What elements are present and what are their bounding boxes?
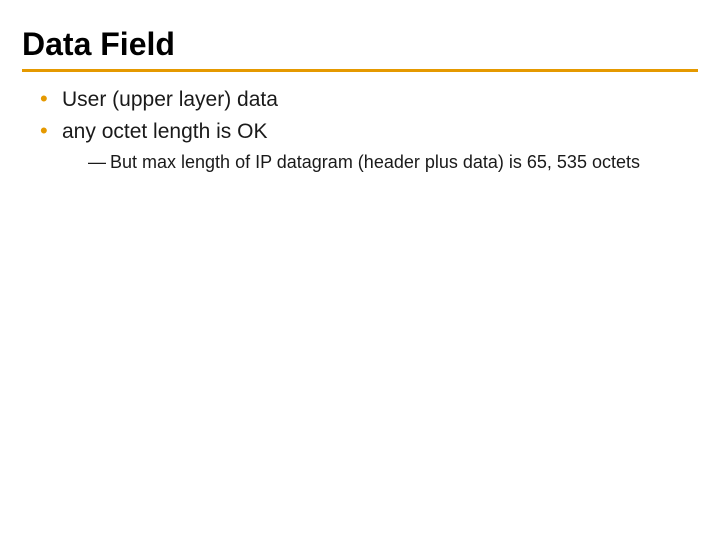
- sub-bullet-list: — But max length of IP datagram (header …: [62, 151, 698, 174]
- bullet-list: User (upper layer) data any octet length…: [22, 86, 698, 174]
- list-item: User (upper layer) data: [40, 86, 698, 114]
- slide-title: Data Field: [22, 26, 698, 63]
- list-item-text: any octet length is OK: [62, 120, 267, 143]
- dash-icon: —: [88, 151, 106, 174]
- list-item: any octet length is OK — But max length …: [40, 118, 698, 174]
- sub-list-item-text: But max length of IP datagram (header pl…: [110, 152, 640, 172]
- sub-list-item: — But max length of IP datagram (header …: [88, 151, 698, 174]
- title-underline: [22, 69, 698, 72]
- list-item-text: User (upper layer) data: [62, 88, 278, 111]
